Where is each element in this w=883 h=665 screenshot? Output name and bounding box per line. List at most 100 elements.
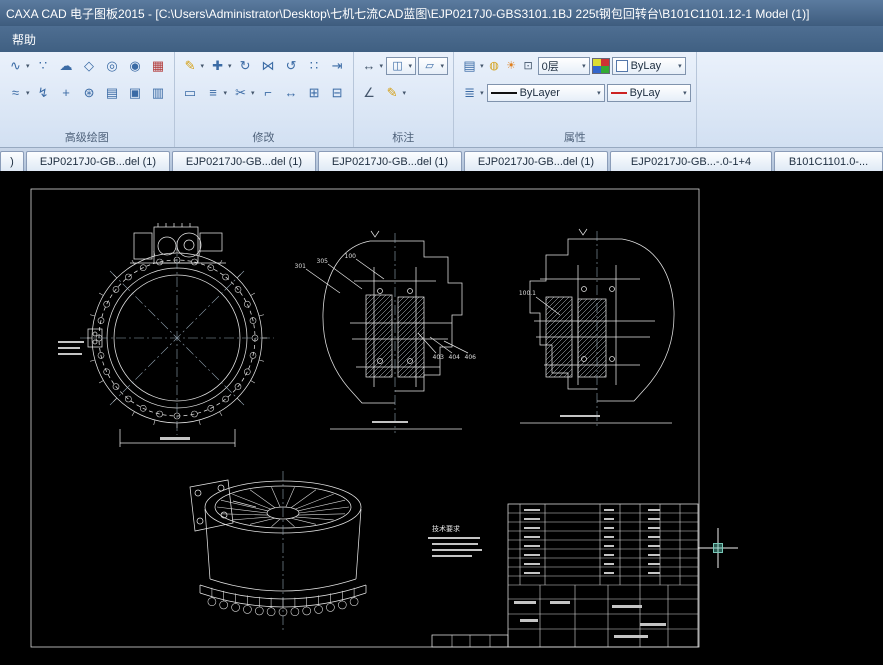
- dimension-edit-select[interactable]: ▱▾: [418, 57, 448, 75]
- drawing-canvas[interactable]: 301 305 100 403 404 406 100.1 技术要求: [0, 171, 883, 665]
- rotate-copy-icon: ↺: [282, 57, 301, 75]
- lineweight-value: ByLay: [630, 87, 661, 99]
- menu-help[interactable]: 帮助: [4, 29, 44, 50]
- dimension-style-select[interactable]: ◫▾: [386, 57, 416, 75]
- rotate-tool[interactable]: ↻: [235, 57, 256, 75]
- linear-dimension-icon: ↔: [360, 57, 379, 75]
- points-tool[interactable]: ∵: [33, 57, 54, 75]
- dimension-row-1: ↔▾ ◫▾ ▱▾: [359, 55, 449, 77]
- cad-drawing: 301 305 100 403 404 406 100.1 技术要求: [0, 171, 883, 665]
- move-tool[interactable]: ✚▾: [207, 57, 233, 75]
- tab-document-5[interactable]: EJP0217J0-GB...-.0-1+4: [610, 151, 772, 171]
- revision-cloud-tool[interactable]: ☁: [56, 57, 77, 75]
- modify-rows: ✎▾ ✚▾ ↻ ⋈ ↺ ∷ ⇥ ▭ ≡▾ ✂▾ ⌐ ↔ ⊞ ⊟: [180, 55, 348, 128]
- chevron-down-icon: ▾: [251, 89, 255, 97]
- chevron-down-icon: ▾: [582, 62, 586, 70]
- text-edit-tool[interactable]: ✎▾: [382, 84, 408, 102]
- inspect-tool[interactable]: ◉: [125, 57, 146, 75]
- circle-mark-tool[interactable]: ◎: [102, 57, 123, 75]
- layers-icon: ▤: [460, 57, 479, 75]
- view-section-right: [520, 229, 674, 429]
- copy-icon: ⊞: [305, 84, 324, 102]
- ribbon-group-draw: ∿▾ ∵ ☁ ◇ ◎ ◉ ▦ ≈▾ ↯ + ⊛ ▤ ▣ ▥: [0, 52, 175, 147]
- printer-icon[interactable]: ⊡: [521, 57, 536, 75]
- tab-document-4[interactable]: EJP0217J0-GB...del (1): [464, 151, 608, 171]
- points-icon: ∵: [34, 57, 53, 75]
- chart-tool[interactable]: ▤: [102, 84, 123, 102]
- group-label-draw: 高级绘图: [5, 128, 169, 147]
- tab-document-3[interactable]: EJP0217J0-GB...del (1): [318, 151, 462, 171]
- drawing-labels: 301 305 100 403 404 406 100.1 技术要求: [295, 253, 537, 533]
- titlebar[interactable]: CAXA CAD 电子图板2015 - [C:\Users\Administra…: [0, 0, 883, 26]
- stretch-tool[interactable]: ↔: [281, 84, 302, 102]
- layer-manager-button[interactable]: ▤▾: [459, 57, 485, 75]
- palette-icon[interactable]: [592, 58, 610, 74]
- tab-document-6[interactable]: B101C1101.0-...: [774, 151, 883, 171]
- chevron-down-icon: ▾: [480, 62, 484, 70]
- array-icon: ∷: [305, 57, 324, 75]
- properties-row-1: ▤▾ ◍ ☀ ⊡ 0层▾ ByLay▾: [459, 55, 691, 77]
- zigzag-tool[interactable]: ↯: [33, 84, 54, 102]
- bulb-icon[interactable]: ◍: [487, 57, 502, 75]
- sun-icon[interactable]: ☀: [504, 57, 519, 75]
- balloon-100-1: 100.1: [519, 290, 536, 297]
- angle-dimension-tool[interactable]: ∠: [359, 84, 380, 102]
- wave-icon: ≈: [6, 84, 25, 102]
- tab-partial[interactable]: ): [0, 151, 24, 171]
- album-tool[interactable]: ▥: [148, 84, 169, 102]
- explode-tool[interactable]: ⊟: [327, 84, 348, 102]
- image-tool[interactable]: ▣: [125, 84, 146, 102]
- draw-rows: ∿▾ ∵ ☁ ◇ ◎ ◉ ▦ ≈▾ ↯ + ⊛ ▤ ▣ ▥: [5, 55, 169, 128]
- polygon-icon: ◇: [80, 57, 99, 75]
- pickbox: [714, 544, 723, 553]
- offset-tool[interactable]: ≡▾: [203, 84, 229, 102]
- layer-select[interactable]: 0层▾: [538, 57, 590, 75]
- axis-tool[interactable]: +: [56, 84, 77, 102]
- layer-list-icon: ≣: [460, 84, 479, 102]
- linetype-select[interactable]: ByLayer▾: [487, 84, 605, 102]
- chevron-down-icon: ▾: [228, 62, 232, 70]
- chevron-down-icon: ▾: [480, 89, 484, 97]
- balloon-403: 403: [433, 354, 445, 361]
- polygon-tool[interactable]: ◇: [79, 57, 100, 75]
- magnifier-icon: ◉: [126, 57, 145, 75]
- chevron-down-icon: ▾: [683, 89, 687, 97]
- spline-tool[interactable]: ∿▾: [5, 57, 31, 75]
- mirror-tool[interactable]: ⋈: [258, 57, 279, 75]
- trim-tool[interactable]: ✂▾: [230, 84, 256, 102]
- balloon-406: 406: [465, 354, 477, 361]
- ribbon: ∿▾ ∵ ☁ ◇ ◎ ◉ ▦ ≈▾ ↯ + ⊛ ▤ ▣ ▥: [0, 52, 883, 148]
- tab-document-1[interactable]: EJP0217J0-GB...del (1): [26, 151, 170, 171]
- move-icon: ✚: [208, 57, 227, 75]
- chevron-down-icon: ▾: [403, 89, 407, 97]
- wave-line-tool[interactable]: ≈▾: [5, 84, 31, 102]
- extend-tool[interactable]: ⇥: [327, 57, 348, 75]
- lineweight-preview: [611, 92, 627, 94]
- pencil-icon: ✎: [181, 57, 200, 75]
- corner-tool[interactable]: ⌐: [258, 84, 279, 102]
- chevron-down-icon: ▾: [201, 62, 205, 70]
- rectangle-tool[interactable]: ▭: [180, 84, 201, 102]
- view-section-middle: [306, 231, 468, 433]
- balloon-404: 404: [449, 354, 461, 361]
- table-tool[interactable]: ▦: [148, 57, 169, 75]
- dimension-row-2: ∠ ✎▾: [359, 82, 449, 104]
- gear-tool[interactable]: ⊛: [79, 84, 100, 102]
- color-select[interactable]: ByLay▾: [612, 57, 686, 75]
- tab-document-2[interactable]: EJP0217J0-GB...del (1): [172, 151, 316, 171]
- rectangle-icon: ▭: [181, 84, 200, 102]
- linear-dimension-tool[interactable]: ↔▾: [359, 57, 385, 75]
- rotate-copy-tool[interactable]: ↺: [281, 57, 302, 75]
- spline-icon: ∿: [6, 57, 25, 75]
- balloon-100: 100: [345, 253, 357, 260]
- array-tool[interactable]: ∷: [304, 57, 325, 75]
- sheet-border: [31, 189, 699, 647]
- dimension-edit-icon: ▱: [422, 57, 437, 75]
- copy-tool[interactable]: ⊞: [304, 84, 325, 102]
- lineweight-select[interactable]: ByLay ▾: [607, 84, 691, 102]
- layer-settings-button[interactable]: ≣▾: [459, 84, 485, 102]
- rotate-icon: ↻: [236, 57, 255, 75]
- ribbon-group-modify: ✎▾ ✚▾ ↻ ⋈ ↺ ∷ ⇥ ▭ ≡▾ ✂▾ ⌐ ↔ ⊞ ⊟: [175, 52, 354, 147]
- chevron-down-icon: ▾: [380, 62, 384, 70]
- pencil-tool[interactable]: ✎▾: [180, 57, 206, 75]
